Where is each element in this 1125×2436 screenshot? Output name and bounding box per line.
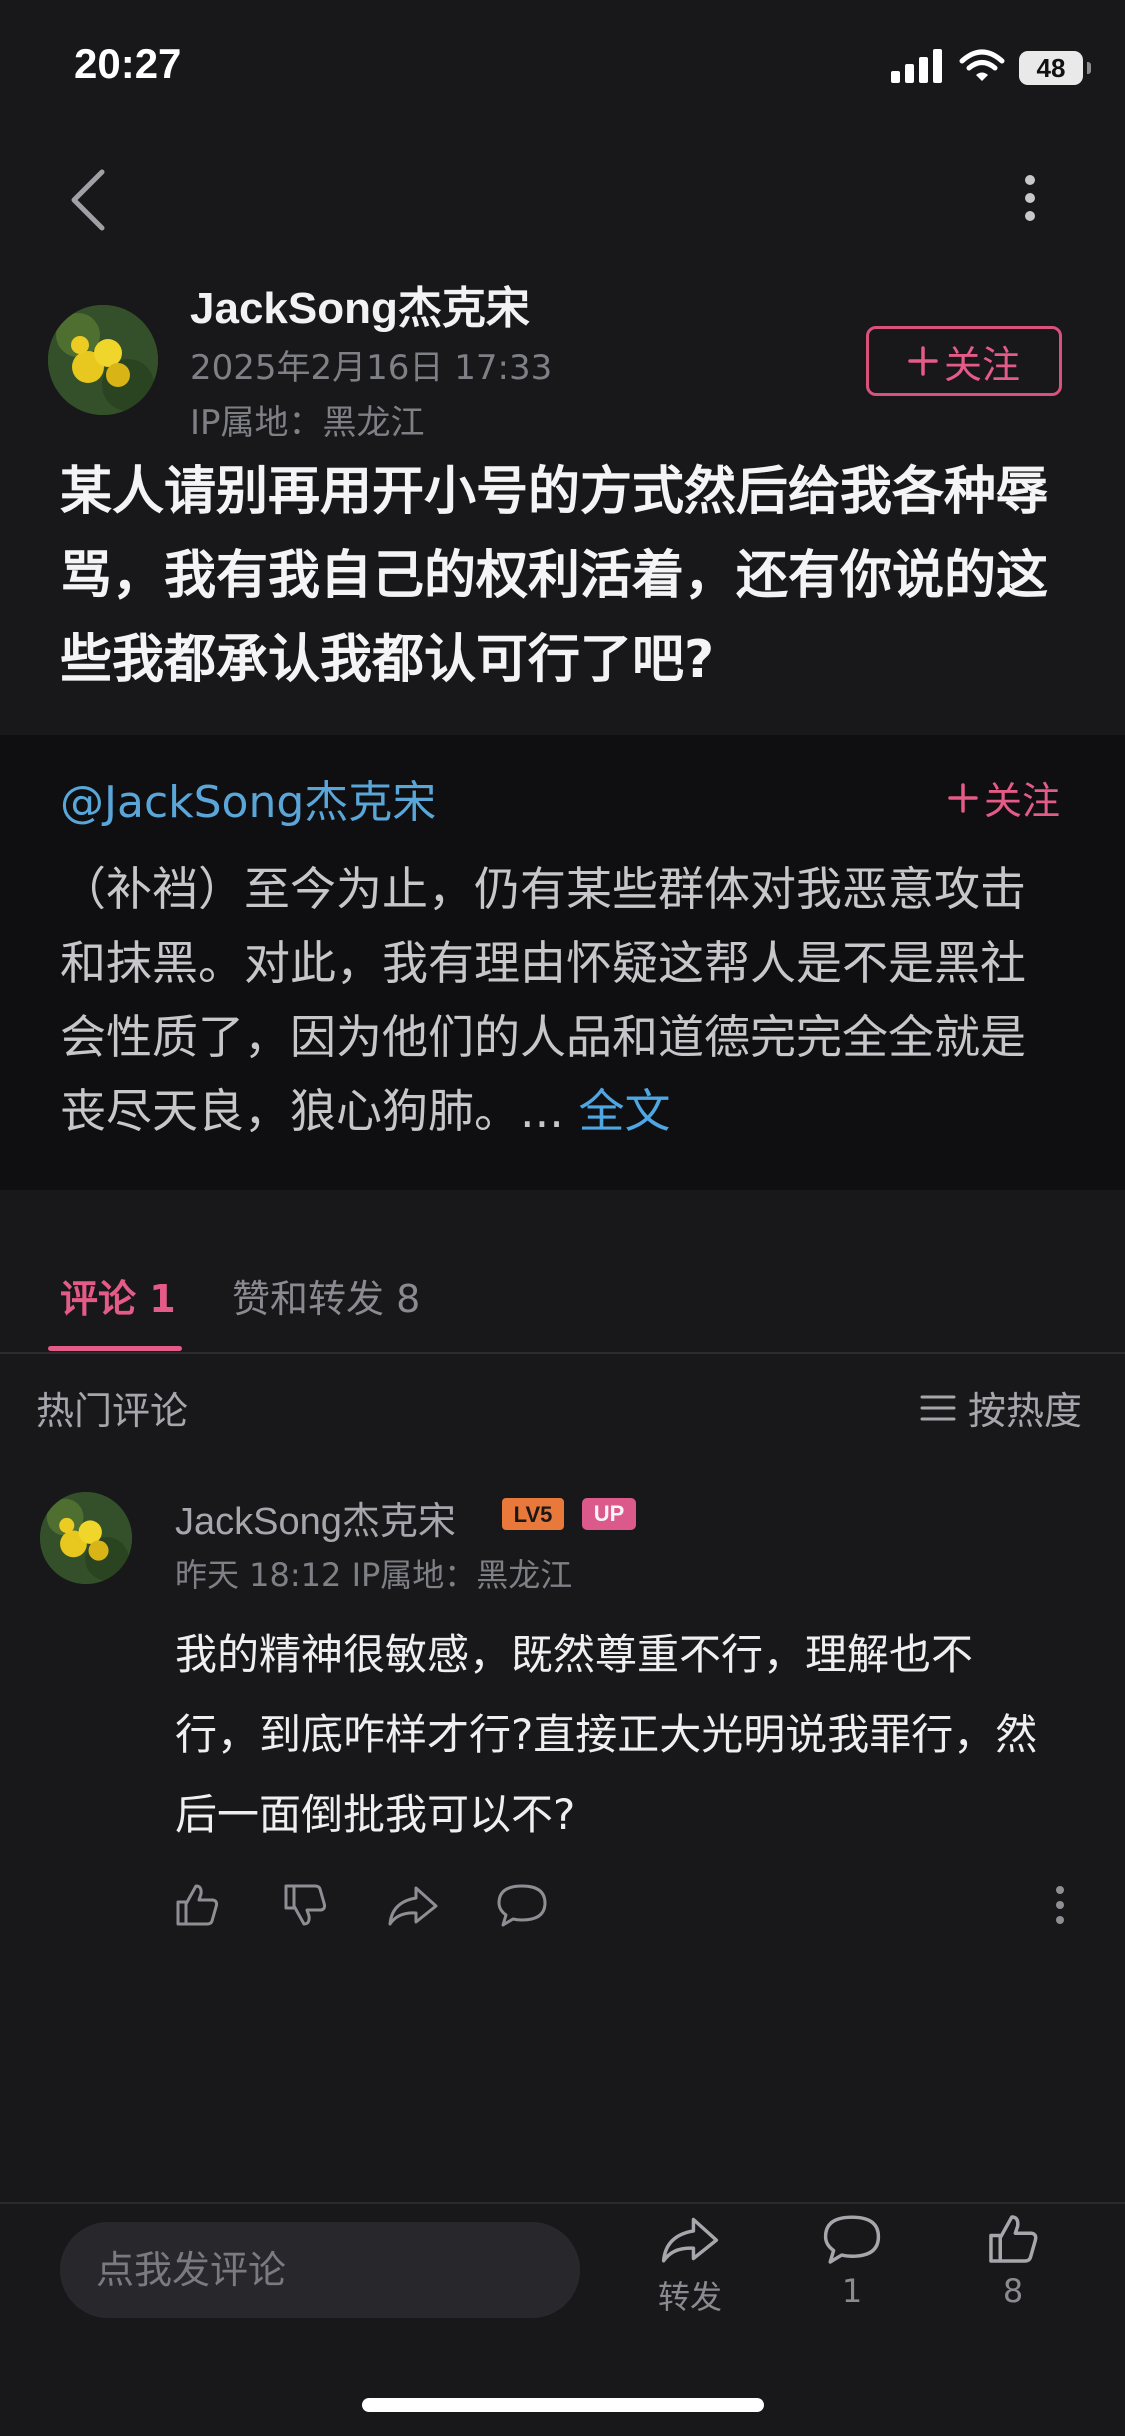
comment-share-button[interactable]	[386, 1880, 440, 1930]
speech-bubble-icon	[823, 2215, 881, 2264]
tab-divider	[0, 1352, 1125, 1354]
signal-icon	[891, 49, 945, 87]
quoted-text-body: （补裆）至今为止，仍有某些群体对我恶意攻击和抹黑。对此，我有理由怀疑这帮人是不是…	[60, 862, 1026, 1138]
share-arrow-icon	[388, 1886, 438, 1926]
share-arrow-icon	[661, 2217, 719, 2263]
share-button[interactable]: 转发	[630, 2210, 750, 2318]
comment-dislike-button[interactable]	[280, 1880, 330, 1930]
comment-reply-button[interactable]	[495, 1880, 549, 1930]
quoted-follow-label: 关注	[984, 779, 1061, 823]
comment-text: 我的精神很敏感，既然尊重不行，理解也不行，到底咋样才行?直接正大光明说我罪行，然…	[175, 1630, 1038, 1839]
commenter-avatar[interactable]	[40, 1492, 132, 1584]
share-label: 转发	[657, 2278, 722, 2316]
more-vertical-icon	[1025, 175, 1035, 221]
list-icon	[920, 1395, 956, 1420]
thumbs-up-icon	[176, 1884, 219, 1926]
home-indicator[interactable]	[362, 2398, 764, 2412]
wifi-icon	[959, 49, 1005, 87]
commenter-name[interactable]: JackSong杰克宋	[175, 1490, 456, 1545]
comment-input[interactable]: 点我发评论	[60, 2222, 580, 2318]
thumbs-down-icon	[284, 1884, 327, 1926]
more-vertical-icon	[1056, 1886, 1064, 1924]
tab-comments[interactable]: 评论 1	[60, 1268, 176, 1323]
post-date: 2025年2月16日 17:33	[190, 348, 553, 388]
active-tab-indicator	[48, 1346, 182, 1351]
plus-icon	[948, 782, 978, 813]
back-chevron-icon	[71, 169, 105, 231]
sort-label: 按热度	[968, 1389, 1083, 1433]
quoted-follow-button[interactable]: 关注	[948, 770, 1060, 825]
back-button[interactable]	[60, 160, 120, 240]
author-avatar[interactable]	[48, 305, 158, 415]
tab-likes-reposts[interactable]: 赞和转发 8	[232, 1268, 420, 1323]
thumbs-up-icon	[989, 2215, 1038, 2263]
read-more-link[interactable]: 全文	[579, 1084, 671, 1138]
like-count: 8	[1002, 2272, 1024, 2310]
speech-bubble-icon	[497, 1884, 547, 1927]
level-badge: LV5	[502, 1498, 564, 1530]
author-name[interactable]: JackSong杰克宋	[190, 272, 530, 336]
comment-meta: 昨天 18:12 IP属地：黑龙江	[175, 1556, 573, 1594]
post-ip-location: IP属地：黑龙江	[190, 403, 425, 443]
more-options-button[interactable]	[1000, 160, 1060, 240]
plus-icon	[908, 346, 938, 376]
bottom-bar-divider	[0, 2202, 1125, 2204]
hot-comments-label: 热门评论	[36, 1389, 189, 1433]
sort-by-hotness-button[interactable]: 按热度	[920, 1380, 1082, 1435]
quoted-user-mention[interactable]: @JackSong杰克宋	[60, 766, 436, 830]
post-text: 某人请别再用开小号的方式然后给我各种辱骂，我有我自己的权利活着，还有你说的这些我…	[60, 462, 1049, 690]
quoted-text: （补裆）至今为止，仍有某些群体对我恶意攻击和抹黑。对此，我有理由怀疑这帮人是不是…	[60, 852, 1070, 1148]
status-time: 20:27	[74, 40, 182, 87]
like-button[interactable]: 8	[953, 2210, 1073, 2310]
battery-icon: 48	[1019, 51, 1091, 85]
follow-label: 关注	[943, 342, 1020, 387]
comment-more-button[interactable]	[1050, 1880, 1070, 1930]
comment-like-button[interactable]	[172, 1880, 222, 1930]
comment-count: 1	[841, 2272, 863, 2310]
comment-button[interactable]: 1	[792, 2210, 912, 2310]
up-badge: UP	[582, 1498, 636, 1530]
status-icons: 48	[891, 46, 1091, 90]
follow-button[interactable]: 关注	[866, 326, 1062, 396]
